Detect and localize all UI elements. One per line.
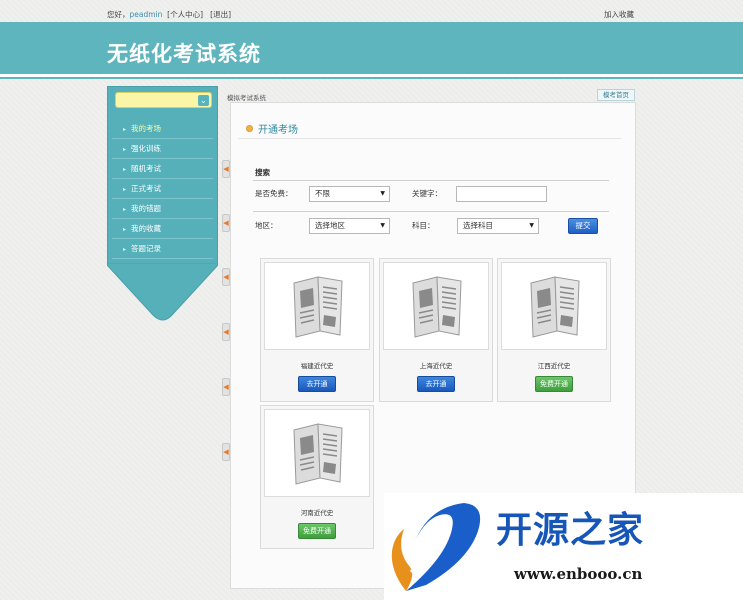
sidebar-item-intensive-training[interactable]: ▸ 强化训练 bbox=[112, 139, 213, 159]
arrow-right-icon: ▸ bbox=[123, 226, 127, 233]
greeting-text: 您好， bbox=[107, 10, 130, 19]
exam-name: 上海近代史 bbox=[419, 362, 453, 370]
exam-thumbnail bbox=[501, 262, 607, 350]
activate-button[interactable]: 去开通 bbox=[417, 376, 455, 392]
document-icon bbox=[293, 423, 343, 485]
exam-card: 河南近代史 免费开通 bbox=[260, 405, 374, 549]
sidebar-item-answer-records[interactable]: ▸ 答题记录 bbox=[112, 239, 213, 259]
exam-home-button[interactable]: 模考首页 bbox=[597, 89, 635, 101]
collapse-tab[interactable]: ◀ bbox=[222, 323, 230, 341]
caret-down-icon: ▼ bbox=[380, 190, 385, 197]
exam-thumbnail bbox=[264, 409, 370, 497]
exam-name: 河南近代史 bbox=[300, 509, 334, 517]
sidebar-item-label: 答题记录 bbox=[131, 244, 161, 253]
exam-card: 上海近代史 去开通 bbox=[379, 258, 493, 402]
arrow-right-icon: ▸ bbox=[123, 246, 127, 253]
keyword-input[interactable] bbox=[456, 186, 547, 202]
add-favorite-link[interactable]: 加入收藏 bbox=[604, 9, 634, 20]
watermark-text: 开源之家 bbox=[496, 510, 645, 551]
sidebar-item-label: 我的错题 bbox=[131, 204, 161, 213]
section-title: 开通考场 bbox=[258, 125, 298, 136]
sidebar-item-label: 强化训练 bbox=[131, 144, 161, 153]
watermark-url: www.enbooo.cn bbox=[514, 565, 643, 583]
site-header: 无纸化考试系统 bbox=[0, 22, 743, 77]
region-select[interactable]: 选择地区 ▼ bbox=[309, 218, 390, 234]
collapse-tab[interactable]: ◀ bbox=[222, 268, 230, 286]
region-value: 选择地区 bbox=[315, 221, 345, 230]
caret-down-icon: ▼ bbox=[529, 222, 534, 229]
exam-name: 福建近代史 bbox=[300, 362, 334, 370]
exam-name: 江西近代史 bbox=[537, 362, 571, 370]
search-divider bbox=[253, 180, 609, 181]
subject-select[interactable]: 选择科目 ▼ bbox=[457, 218, 539, 234]
collapse-tab[interactable]: ◀ bbox=[222, 214, 230, 232]
sidebar-menu: ▸ 我的考场 ▸ 强化训练 ▸ 随机考试 ▸ 正式考试 ▸ 我的错题 ▸ 我的收藏 ▸ 答题记… bbox=[108, 119, 217, 259]
logout-link[interactable]: [退出] bbox=[210, 10, 231, 19]
caret-down-icon: ▼ bbox=[380, 222, 385, 229]
collapse-tab[interactable]: ◀ bbox=[222, 378, 230, 396]
sidebar-item-my-exam-room[interactable]: ▸ 我的考场 bbox=[112, 119, 213, 139]
sidebar-item-label: 正式考试 bbox=[131, 184, 161, 193]
profile-link[interactable]: [个人中心] bbox=[167, 10, 203, 19]
sidebar-item-formal-exam[interactable]: ▸ 正式考试 bbox=[112, 179, 213, 199]
subject-label: 科目： bbox=[412, 221, 435, 230]
chevron-down-icon[interactable]: ⌄ bbox=[198, 95, 209, 106]
free-activate-button[interactable]: 免费开通 bbox=[535, 376, 573, 392]
sidebar-dropdown[interactable]: ⌄ bbox=[115, 92, 212, 108]
arrow-right-icon: ▸ bbox=[123, 206, 127, 213]
free-activate-button[interactable]: 免费开通 bbox=[298, 523, 336, 539]
sidebar-item-wrong-questions[interactable]: ▸ 我的错题 bbox=[112, 199, 213, 219]
username-link[interactable]: peadmin bbox=[130, 10, 163, 19]
breadcrumb: 模拟考试系统 bbox=[227, 94, 266, 102]
search-heading: 搜索 bbox=[255, 168, 270, 177]
sidebar-item-label: 我的考场 bbox=[131, 124, 161, 133]
exam-thumbnail bbox=[383, 262, 489, 350]
arrow-right-icon: ▸ bbox=[123, 146, 127, 153]
section-header: 开通考场 bbox=[246, 121, 298, 139]
free-filter-value: 不限 bbox=[315, 189, 330, 198]
section-dot-icon bbox=[246, 125, 253, 132]
watermark: 开源之家 www.enbooo.cn bbox=[384, 493, 743, 600]
site-title: 无纸化考试系统 bbox=[107, 42, 261, 66]
arrow-right-icon: ▸ bbox=[123, 186, 127, 193]
document-icon bbox=[293, 276, 343, 338]
submit-button[interactable]: 提交 bbox=[568, 218, 598, 234]
free-filter-select[interactable]: 不限 ▼ bbox=[309, 186, 390, 202]
sidebar-item-random-exam[interactable]: ▸ 随机考试 bbox=[112, 159, 213, 179]
exam-card: 江西近代史 免费开通 bbox=[497, 258, 611, 402]
sidebar: ⌄ ▸ 我的考场 ▸ 强化训练 ▸ 随机考试 ▸ 正式考试 ▸ 我的错题 ▸ 我的收藏 ▸ 答… bbox=[107, 86, 218, 264]
document-icon bbox=[412, 276, 462, 338]
search-divider bbox=[253, 211, 609, 212]
watermark-logo-icon bbox=[391, 503, 481, 591]
sidebar-item-favorites[interactable]: ▸ 我的收藏 bbox=[112, 219, 213, 239]
free-filter-label: 是否免费： bbox=[255, 189, 293, 198]
exam-thumbnail bbox=[264, 262, 370, 350]
region-label: 地区： bbox=[255, 221, 278, 230]
keyword-label: 关键字： bbox=[412, 189, 442, 198]
exam-card: 福建近代史 去开通 bbox=[260, 258, 374, 402]
section-divider bbox=[238, 138, 621, 139]
sidebar-tail-decoration bbox=[107, 263, 218, 321]
sidebar-item-label: 我的收藏 bbox=[131, 224, 161, 233]
arrow-right-icon: ▸ bbox=[123, 166, 127, 173]
document-icon bbox=[530, 276, 580, 338]
subject-value: 选择科目 bbox=[463, 221, 493, 230]
collapse-tab[interactable]: ◀ bbox=[222, 443, 230, 461]
sidebar-item-label: 随机考试 bbox=[131, 164, 161, 173]
collapse-tab[interactable]: ◀ bbox=[222, 160, 230, 178]
top-bar: 您好，peadmin [个人中心] [退出] 加入收藏 bbox=[0, 0, 743, 22]
arrow-right-icon: ▸ bbox=[123, 126, 127, 133]
user-greeting: 您好，peadmin [个人中心] [退出] bbox=[107, 9, 231, 20]
activate-button[interactable]: 去开通 bbox=[298, 376, 336, 392]
